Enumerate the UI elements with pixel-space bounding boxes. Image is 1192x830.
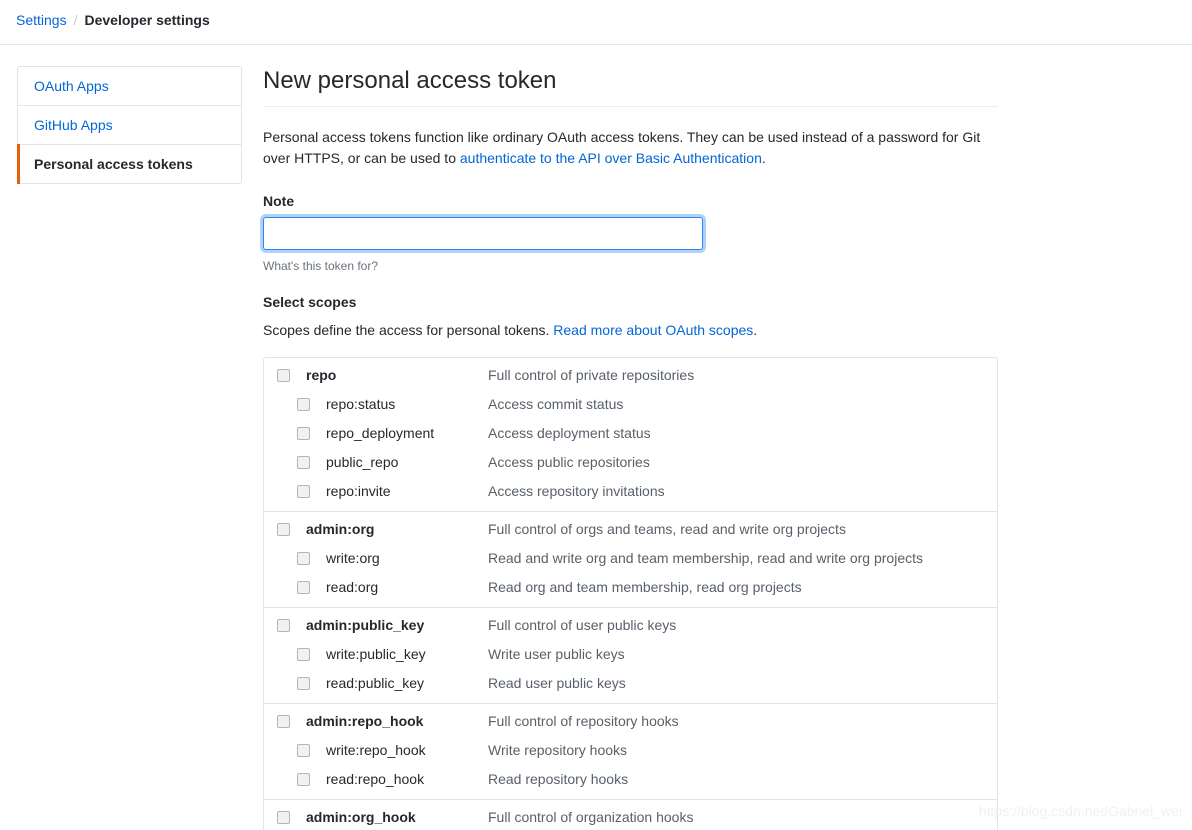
- scope-description: Full control of private repositories: [488, 367, 695, 383]
- scope-description: Read user public keys: [488, 675, 626, 691]
- scope-description: Access repository invitations: [488, 483, 665, 499]
- select-scopes-subtitle: Scopes define the access for personal to…: [263, 321, 998, 339]
- intro-text-after: .: [761, 150, 766, 166]
- checkbox-write:repo_hook[interactable]: [297, 744, 310, 757]
- checkbox-repo_deployment[interactable]: [297, 427, 310, 440]
- intro-paragraph: Personal access tokens function like ord…: [263, 127, 998, 169]
- scope-name: admin:org_hook: [306, 809, 416, 825]
- scopes-list: repo Full control of private repositories…: [263, 357, 998, 830]
- checkbox-admin:org_hook[interactable]: [277, 811, 290, 824]
- page-title: New personal access token: [263, 66, 998, 107]
- scope-name: write:repo_hook: [326, 742, 426, 758]
- scope-group: repo Full control of private repositories…: [264, 358, 997, 512]
- header-divider: [0, 44, 1192, 45]
- scope-description: Read repository hooks: [488, 771, 629, 787]
- oauth-scopes-link[interactable]: Read more about OAuth scopes: [553, 322, 753, 338]
- scope-name: repo: [306, 367, 337, 383]
- scope-row-parent[interactable]: admin:org Full control of orgs and teams,…: [264, 512, 997, 544]
- scope-description: Access deployment status: [488, 425, 651, 441]
- scope-row-child[interactable]: read:org Read org and team membership, re…: [264, 573, 997, 607]
- scope-row-child[interactable]: write:public_key Write user public keys: [264, 640, 997, 669]
- breadcrumb-settings-link[interactable]: Settings: [16, 10, 67, 30]
- checkbox-repo:invite[interactable]: [297, 485, 310, 498]
- scope-row-parent[interactable]: admin:repo_hook Full control of repositor…: [264, 704, 997, 736]
- sidebar-item-label: GitHub Apps: [34, 117, 113, 133]
- scope-description: Full control of user public keys: [488, 617, 677, 633]
- scope-description: Access commit status: [488, 396, 624, 412]
- scope-name: write:org: [326, 550, 380, 566]
- scope-row-child[interactable]: write:repo_hook Write repository hooks: [264, 736, 997, 765]
- scope-row-child[interactable]: public_repo Access public repositories: [264, 448, 997, 477]
- scope-row-child[interactable]: read:public_key Read user public keys: [264, 669, 997, 703]
- scope-row-parent[interactable]: repo Full control of private repositories: [264, 358, 997, 390]
- scopes-subtitle-after: .: [753, 322, 758, 338]
- scope-row-child[interactable]: repo:status Access commit status: [264, 390, 997, 419]
- scope-group: admin:public_key Full control of user pub…: [264, 608, 997, 704]
- sidebar-item-label: Personal access tokens: [34, 156, 193, 172]
- scope-name: admin:repo_hook: [306, 713, 424, 729]
- basic-authentication-link[interactable]: authenticate to the API over Basic Authe…: [460, 150, 762, 166]
- scope-description: Full control of organization hooks: [488, 809, 694, 825]
- checkbox-write:org[interactable]: [297, 552, 310, 565]
- scope-description: Full control of orgs and teams, read and…: [488, 521, 846, 537]
- scope-name: repo_deployment: [326, 425, 435, 441]
- scope-description: Full control of repository hooks: [488, 713, 679, 729]
- scope-name: repo:invite: [326, 483, 391, 499]
- developer-settings-sidebar: OAuth Apps GitHub Apps Personal access t…: [17, 66, 242, 184]
- main-content: New personal access token Personal acces…: [263, 66, 998, 830]
- scopes-subtitle-before: Scopes define the access for personal to…: [263, 322, 554, 338]
- checkbox-repo[interactable]: [277, 369, 290, 382]
- settings-page: Settings / Developer settings OAuth Apps…: [0, 0, 1192, 830]
- breadcrumb-current: Developer settings: [84, 12, 210, 28]
- scope-name: read:public_key: [326, 675, 425, 691]
- scope-group: admin:org_hook Full control of organizati…: [264, 800, 997, 830]
- scope-description: Read org and team membership, read org p…: [488, 579, 802, 595]
- sidebar-item-label: OAuth Apps: [34, 78, 109, 94]
- scope-name: admin:org: [306, 521, 375, 537]
- scope-description: Access public repositories: [488, 454, 650, 470]
- scope-name: read:org: [326, 579, 379, 595]
- checkbox-read:org[interactable]: [297, 581, 310, 594]
- scope-row-child[interactable]: repo_deployment Access deployment status: [264, 419, 997, 448]
- scope-name: write:public_key: [326, 646, 426, 662]
- watermark: https://blog.csdn.net/Gabriel_wei: [978, 803, 1182, 819]
- scope-row-parent[interactable]: admin:org_hook Full control of organizati…: [264, 800, 997, 830]
- sidebar-item-github-apps[interactable]: GitHub Apps: [18, 106, 241, 145]
- sidebar-item-oauth-apps[interactable]: OAuth Apps: [18, 67, 241, 106]
- scope-group: admin:org Full control of orgs and teams,…: [264, 512, 997, 608]
- scope-row-child[interactable]: write:org Read and write org and team mem…: [264, 544, 997, 573]
- scope-row-child[interactable]: read:repo_hook Read repository hooks: [264, 765, 997, 799]
- breadcrumb-separator: /: [73, 12, 78, 28]
- scope-row-parent[interactable]: admin:public_key Full control of user pub…: [264, 608, 997, 640]
- checkbox-write:public_key[interactable]: [297, 648, 310, 661]
- note-help-text: What's this token for?: [263, 259, 379, 273]
- scope-group: admin:repo_hook Full control of repositor…: [264, 704, 997, 800]
- breadcrumb: Settings / Developer settings: [16, 10, 210, 30]
- checkbox-repo:status[interactable]: [297, 398, 310, 411]
- note-label: Note: [263, 193, 295, 209]
- scope-description: Write repository hooks: [488, 742, 628, 758]
- checkbox-admin:repo_hook[interactable]: [277, 715, 290, 728]
- scope-name: admin:public_key: [306, 617, 425, 633]
- checkbox-admin:public_key[interactable]: [277, 619, 290, 632]
- checkbox-public_repo[interactable]: [297, 456, 310, 469]
- note-input[interactable]: [263, 217, 703, 250]
- scope-name: repo:status: [326, 396, 396, 412]
- checkbox-read:public_key[interactable]: [297, 677, 310, 690]
- scope-row-child[interactable]: repo:invite Access repository invitations: [264, 477, 997, 511]
- checkbox-read:repo_hook[interactable]: [297, 773, 310, 786]
- checkbox-admin:org[interactable]: [277, 523, 290, 536]
- sidebar-item-personal-access-tokens[interactable]: Personal access tokens: [17, 144, 241, 184]
- scope-description: Write user public keys: [488, 646, 625, 662]
- select-scopes-title: Select scopes: [263, 294, 357, 310]
- scope-name: public_repo: [326, 454, 399, 470]
- scope-name: read:repo_hook: [326, 771, 425, 787]
- scope-description: Read and write org and team membership, …: [488, 550, 923, 566]
